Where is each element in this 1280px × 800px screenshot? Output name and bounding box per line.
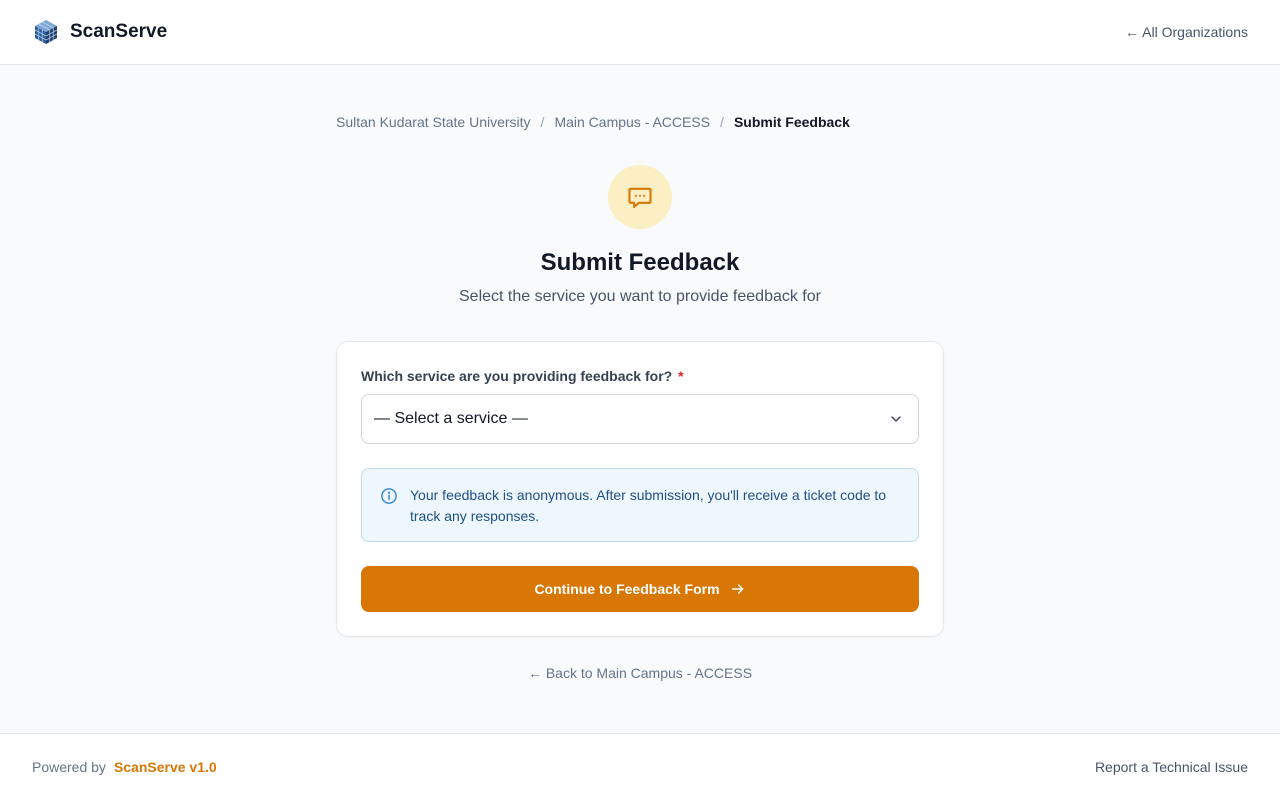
- brand[interactable]: ScanServe: [32, 18, 167, 46]
- info-text: Your feedback is anonymous. After submis…: [410, 487, 887, 524]
- service-field-label: Which service are you providing feedback…: [361, 368, 684, 384]
- footer-brand-link[interactable]: ScanServe v1.0: [114, 759, 217, 775]
- breadcrumb-separator: /: [540, 114, 545, 130]
- page-title: Submit Feedback: [540, 249, 740, 276]
- breadcrumb-current: Submit Feedback: [733, 114, 850, 130]
- service-select-value: — Select a service —: [374, 410, 528, 427]
- service-field-label-text: Which service are you providing feedback…: [361, 368, 673, 384]
- continue-button-label: Continue to Feedback Form: [534, 581, 720, 597]
- breadcrumb-university[interactable]: Sultan Kudarat State University: [336, 114, 531, 130]
- powered-by-label: Powered by: [32, 759, 106, 775]
- chat-bubble-icon: [628, 187, 652, 208]
- back-link-container: ← Back to Main Campus - ACCESS: [0, 665, 1280, 681]
- info-icon: [381, 488, 397, 504]
- continue-to-feedback-form-button[interactable]: Continue to Feedback Form: [361, 566, 919, 612]
- service-select-card: Which service are you providing feedback…: [336, 341, 944, 637]
- footer: Powered by ScanServe v1.0 Report a Techn…: [0, 733, 1280, 800]
- breadcrumb-separator: /: [720, 114, 724, 130]
- hero-icon-badge: [608, 165, 672, 229]
- chevron-down-icon: [891, 416, 901, 422]
- required-asterisk: *: [678, 368, 684, 384]
- brand-name: ScanServe: [70, 21, 168, 42]
- breadcrumb-campus[interactable]: Main Campus - ACCESS: [554, 114, 710, 130]
- top-bar: ScanServe ← All Organizations: [0, 0, 1280, 65]
- all-organizations-link[interactable]: ← All Organizations: [1125, 24, 1248, 40]
- back-to-campus-link[interactable]: ← Back to Main Campus - ACCESS: [528, 665, 752, 681]
- anonymity-info-box: Your feedback is anonymous. After submis…: [361, 468, 919, 542]
- scanserve-logo-icon: [34, 20, 58, 44]
- service-select[interactable]: — Select a service —: [361, 394, 919, 444]
- powered-by: Powered by ScanServe v1.0: [32, 759, 217, 775]
- arrow-right-icon: [731, 584, 743, 594]
- breadcrumb: Sultan Kudarat State University / Main C…: [336, 114, 850, 130]
- report-technical-issue-link[interactable]: Report a Technical Issue: [1095, 759, 1248, 775]
- page-subtitle: Select the service you want to provide f…: [459, 288, 821, 305]
